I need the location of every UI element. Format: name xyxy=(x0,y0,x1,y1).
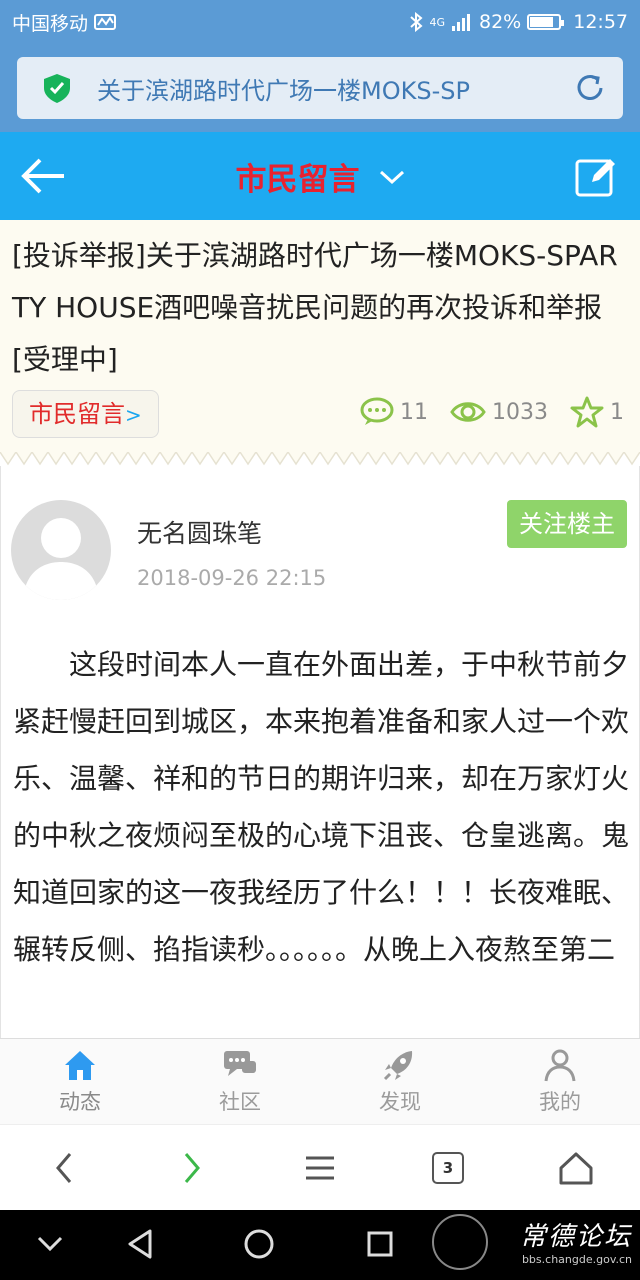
network-type: 4G xyxy=(429,15,445,29)
status-bar: 中国移动 4G 82% 12:57 xyxy=(0,0,640,44)
tab-discover[interactable]: 发现 xyxy=(320,1039,480,1124)
tab-label: 社区 xyxy=(219,1089,261,1114)
app-title[interactable]: 市民留言 xyxy=(235,162,359,198)
comment-count: 11 xyxy=(400,399,428,425)
app-title-dropdown[interactable]: 市民留言 xyxy=(0,154,640,199)
tab-count: 3 xyxy=(432,1151,464,1184)
bluetooth-icon xyxy=(410,12,424,32)
chevron-left-icon xyxy=(56,1152,72,1183)
browser-toolbar: 3 xyxy=(0,1124,640,1210)
browser-menu-button[interactable] xyxy=(298,1146,342,1190)
category-arrow: > xyxy=(125,403,142,427)
activity-icon xyxy=(94,14,117,30)
browser-forward-button[interactable] xyxy=(170,1146,214,1190)
rocket-icon xyxy=(383,1050,413,1080)
post-title: [投诉举报]关于滨湖路时代广场一楼MOKS-SPARTY HOUSE酒吧噪音扰民… xyxy=(12,239,618,376)
clock: 12:57 xyxy=(573,11,628,33)
tab-label: 动态 xyxy=(59,1089,101,1114)
person-icon xyxy=(544,1049,576,1081)
system-nav-bar: 常德论坛 bbs.changde.gov.cn xyxy=(0,1210,640,1280)
author-name[interactable]: 无名圆珠笔 xyxy=(137,514,262,550)
battery-fill xyxy=(530,17,554,27)
shield-check-icon xyxy=(44,74,70,103)
tab-community[interactable]: 社区 xyxy=(160,1039,320,1124)
post-time: 2018-09-26 22:15 xyxy=(137,566,327,590)
url-bar[interactable]: 关于滨湖路时代广场一楼MOKS-SP xyxy=(17,57,623,119)
category-label: 市民留言 xyxy=(29,400,125,428)
comment-icon[interactable] xyxy=(360,397,394,427)
post-header: [投诉举报]关于滨湖路时代广场一楼MOKS-SPARTY HOUSE酒吧噪音扰民… xyxy=(0,220,640,460)
watermark-logo: 常德论坛 xyxy=(519,1222,632,1252)
follow-button[interactable]: 关注楼主 xyxy=(507,500,627,548)
url-text[interactable]: 关于滨湖路时代广场一楼MOKS-SP xyxy=(97,71,573,106)
app-bar: 市民留言 xyxy=(0,132,640,220)
chevron-down-nav-icon[interactable] xyxy=(36,1234,64,1254)
home-circle-icon[interactable] xyxy=(244,1229,274,1259)
back-triangle-icon[interactable] xyxy=(126,1228,154,1260)
carrier-name: 中国移动 xyxy=(12,12,89,35)
recents-square-icon[interactable] xyxy=(366,1230,394,1258)
watermark-url: bbs.changde.gov.cn xyxy=(521,1253,632,1266)
browser-tabs-button[interactable]: 3 xyxy=(426,1146,470,1190)
bottom-tab-bar: 动态 社区 发现 我的 xyxy=(0,1038,640,1124)
eye-icon xyxy=(450,402,486,422)
browser-home-button[interactable] xyxy=(554,1146,598,1190)
avatar[interactable] xyxy=(11,500,111,600)
chat-icon xyxy=(224,1050,256,1076)
chevron-down-icon[interactable] xyxy=(379,169,405,185)
favorite-count: 1 xyxy=(610,399,624,425)
watermark-seal xyxy=(432,1214,488,1270)
person-silhouette-icon xyxy=(23,518,99,600)
tab-label: 发现 xyxy=(379,1089,421,1114)
home-icon xyxy=(65,1050,95,1080)
status-right: 4G 82% 12:57 xyxy=(409,11,628,33)
reload-icon[interactable] xyxy=(573,71,607,105)
signal-icon xyxy=(452,14,470,31)
star-icon[interactable] xyxy=(570,396,604,428)
carrier: 中国移动 xyxy=(12,9,409,36)
post-stats: 11 1033 1 xyxy=(360,396,624,428)
post-content: 这段时间本人一直在外面出差，于中秋节前夕紧赶慢赶回到城区，本来抱着准备和家人过一… xyxy=(13,648,629,966)
tab-dynamic[interactable]: 动态 xyxy=(0,1039,160,1124)
edit-icon[interactable] xyxy=(574,154,618,198)
browser-url-area: 关于滨湖路时代广场一楼MOKS-SP xyxy=(0,44,640,132)
home-outline-icon xyxy=(559,1152,593,1184)
tab-label: 我的 xyxy=(539,1089,581,1114)
chevron-right-icon xyxy=(184,1152,200,1183)
battery-icon xyxy=(527,14,565,30)
view-count: 1033 xyxy=(492,399,548,425)
tab-me[interactable]: 我的 xyxy=(480,1039,640,1124)
menu-icon xyxy=(306,1156,334,1179)
post-body: 无名圆珠笔 2018-09-26 22:15 关注楼主 这段时间本人一直在外面出… xyxy=(0,466,640,1038)
battery-percent: 82% xyxy=(479,11,522,33)
browser-back-button[interactable] xyxy=(42,1146,86,1190)
category-button[interactable]: 市民留言> xyxy=(12,390,159,438)
watermark: 常德论坛 bbs.changde.gov.cn xyxy=(520,1216,632,1266)
